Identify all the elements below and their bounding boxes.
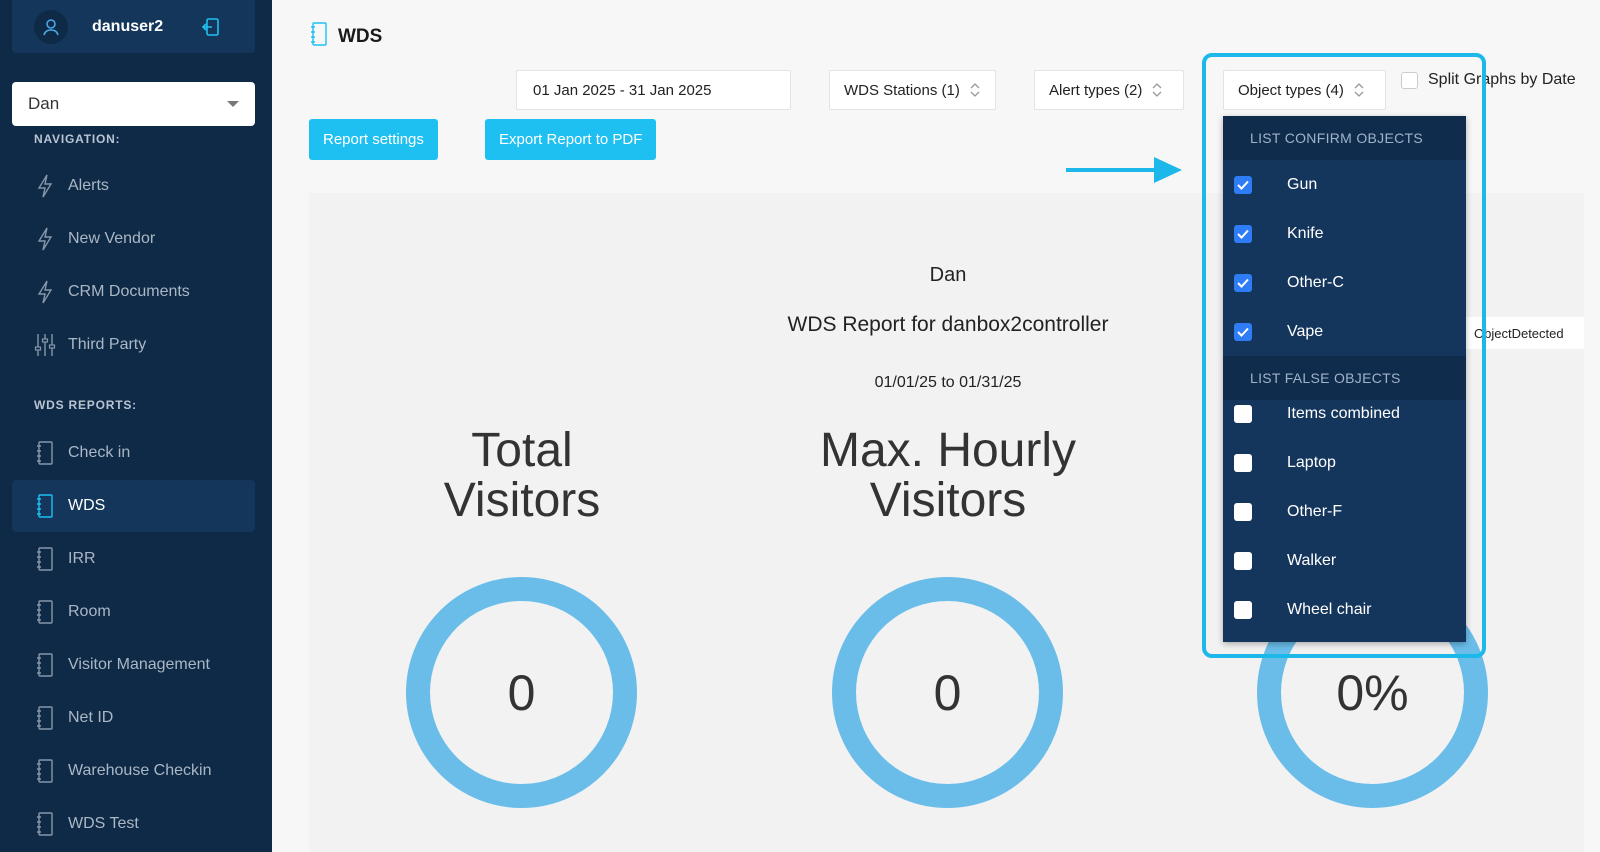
sidebar-item-wds-test[interactable]: WDS Test xyxy=(12,798,255,850)
sliders-icon xyxy=(34,332,56,358)
sidebar-item-room[interactable]: Room xyxy=(12,586,255,638)
notebook-icon xyxy=(34,493,56,519)
total-visitors-value: 0 xyxy=(507,664,536,721)
page-title: WDS xyxy=(310,22,382,52)
notebook-icon xyxy=(34,652,56,678)
report-org-name: Dan xyxy=(929,264,967,286)
total-visitors-ring: 0 xyxy=(406,577,637,808)
notebook-icon xyxy=(310,22,328,52)
bolt-icon xyxy=(34,226,56,252)
sidebar-item-label: IRR xyxy=(68,550,96,567)
notebook-icon xyxy=(34,599,56,625)
wds-stations-value: WDS Stations (1) xyxy=(844,81,960,99)
date-range-picker[interactable]: 01 Jan 2025 - 31 Jan 2025 xyxy=(516,70,791,110)
sidebar-item-label: CRM Documents xyxy=(68,283,190,300)
chevron-up-down-icon xyxy=(970,82,980,98)
logout-icon[interactable] xyxy=(201,17,221,37)
max-hourly-visitors-label-line2: Visitors xyxy=(869,474,1027,527)
sidebar-item-new-vendor[interactable]: New Vendor xyxy=(12,213,255,265)
navigation-section-title: NAVIGATION: xyxy=(34,132,121,146)
report-title: WDS Report for danbox2controller xyxy=(787,313,1109,336)
max-hourly-visitors-ring: 0 xyxy=(832,577,1063,808)
sidebar-item-label: WDS xyxy=(68,497,106,514)
sidebar-item-wds[interactable]: WDS xyxy=(12,480,255,532)
user-avatar-icon[interactable] xyxy=(34,9,68,44)
organization-select-value: Dan xyxy=(28,94,60,113)
sidebar-item-net-id[interactable]: Net ID xyxy=(12,692,255,744)
sidebar-item-label: Net ID xyxy=(68,709,114,726)
report-date-range: 01/01/25 to 01/31/25 xyxy=(874,374,1022,391)
total-visitors-label-line2: Visitors xyxy=(443,474,601,527)
annotation-arrow-icon xyxy=(1066,157,1182,183)
wds-reports-section-title: WDS REPORTS: xyxy=(34,398,137,412)
notebook-icon xyxy=(34,705,56,731)
sidebar-item-warehouse-checkin[interactable]: Warehouse Checkin xyxy=(12,745,255,797)
sidebar-item-crm-documents[interactable]: CRM Documents xyxy=(12,266,255,318)
sidebar-item-check-in[interactable]: Check in xyxy=(12,427,255,479)
sidebar-item-label: Alerts xyxy=(68,177,109,194)
sidebar-item-third-party[interactable]: Third Party xyxy=(12,319,255,371)
max-hourly-visitors-value: 0 xyxy=(933,664,962,721)
alert-types-value: Alert types (2) xyxy=(1049,81,1143,99)
max-hourly-visitors-label: Max. Hourly Visitors xyxy=(798,426,1098,526)
sidebar-item-label: Third Party xyxy=(68,336,147,353)
total-visitors-label-line1: Total xyxy=(471,424,573,477)
notebook-icon xyxy=(34,811,56,837)
chevron-down-icon xyxy=(227,101,239,107)
notebook-icon xyxy=(34,440,56,466)
organization-select[interactable]: Dan xyxy=(12,82,255,126)
notebook-icon xyxy=(34,758,56,784)
sidebar-item-irr[interactable]: IRR xyxy=(12,533,255,585)
sidebar-item-label: Visitor Management xyxy=(68,656,210,673)
page-title-text: WDS xyxy=(338,26,383,47)
alert-types-select[interactable]: Alert types (2) xyxy=(1034,70,1184,110)
sidebar: danuser2 Dan NAVIGATION: Alerts New Vend… xyxy=(0,0,272,852)
annotation-highlight-box xyxy=(1202,53,1486,658)
sidebar-item-label: New Vendor xyxy=(68,230,156,247)
sidebar-item-label: Room xyxy=(68,603,111,620)
detection-rate-value: 0% xyxy=(1336,664,1409,721)
user-bar: danuser2 xyxy=(12,0,255,53)
wds-stations-select[interactable]: WDS Stations (1) xyxy=(829,70,996,110)
sidebar-item-label: Warehouse Checkin xyxy=(68,762,212,779)
bolt-icon xyxy=(34,279,56,305)
total-visitors-label: Total Visitors xyxy=(372,426,672,526)
sidebar-item-visitor-management[interactable]: Visitor Management xyxy=(12,639,255,691)
chevron-up-down-icon xyxy=(1152,82,1162,98)
export-pdf-button[interactable]: Export Report to PDF xyxy=(485,119,657,160)
sidebar-item-alerts[interactable]: Alerts xyxy=(12,160,255,212)
date-range-value: 01 Jan 2025 - 31 Jan 2025 xyxy=(533,81,712,99)
username: danuser2 xyxy=(92,17,164,35)
sidebar-item-label: Check in xyxy=(68,444,131,461)
report-settings-button[interactable]: Report settings xyxy=(309,119,438,160)
bolt-icon xyxy=(34,173,56,199)
max-hourly-visitors-label-line1: Max. Hourly xyxy=(819,424,1077,477)
notebook-icon xyxy=(34,546,56,572)
sidebar-item-label: WDS Test xyxy=(68,815,139,832)
